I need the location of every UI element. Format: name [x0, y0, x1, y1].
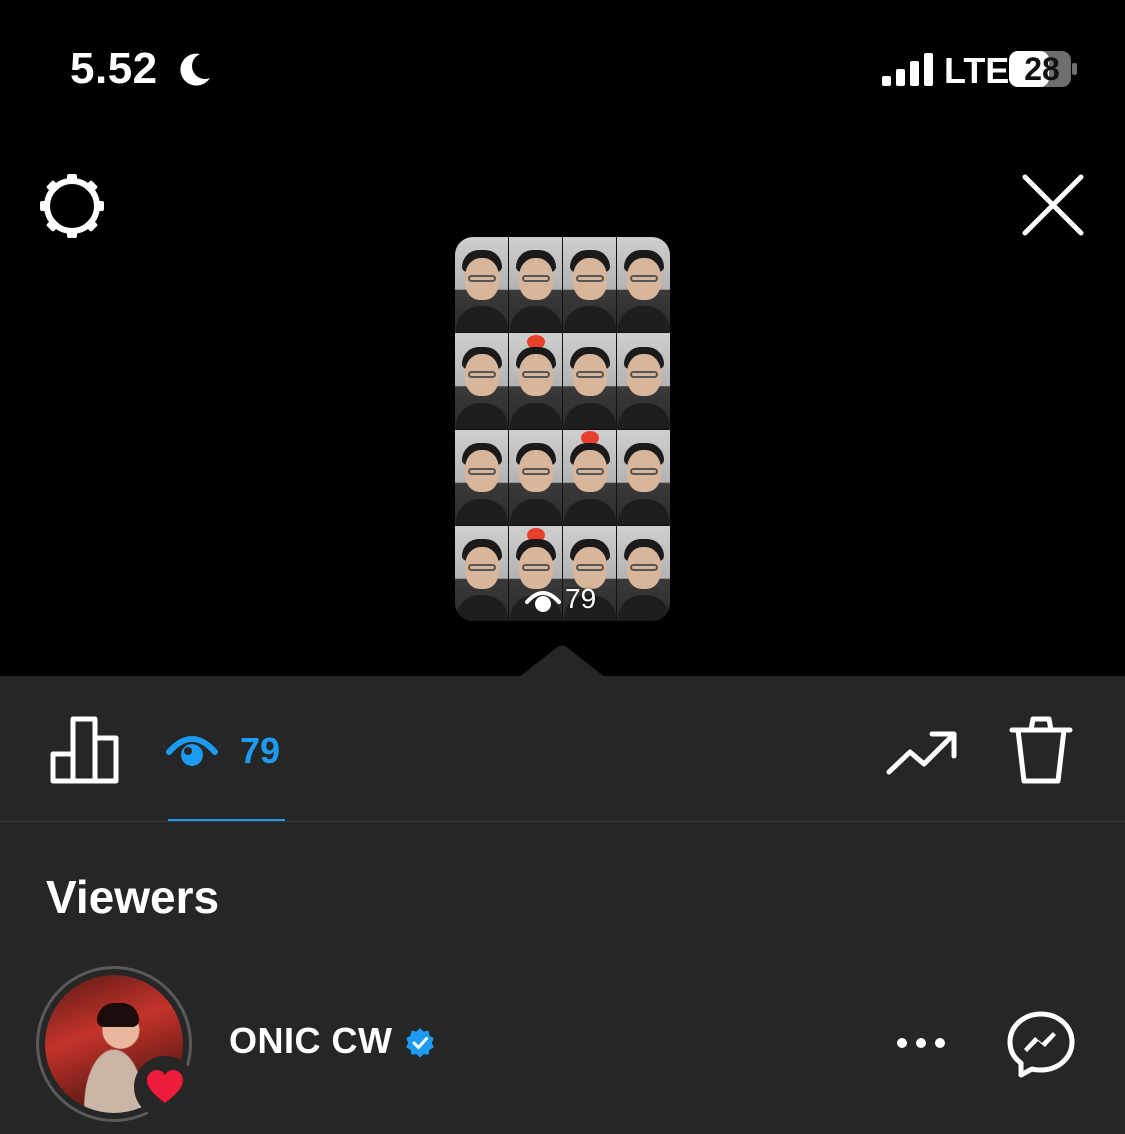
viewers-tab-count[interactable]: 79: [240, 730, 280, 772]
eye-icon: [525, 591, 561, 612]
photo-cell: [617, 429, 670, 525]
heart-icon: [147, 1070, 183, 1103]
close-icon[interactable]: [1020, 172, 1086, 238]
photo-grid: [455, 237, 670, 621]
photo-cell: [509, 333, 562, 429]
eye-icon[interactable]: [166, 730, 218, 770]
photo-cell: [563, 237, 616, 333]
photo-cell: [455, 333, 508, 429]
status-time: 5.52: [70, 44, 158, 93]
verified-badge-icon: [406, 1028, 434, 1058]
photo-cell: [563, 333, 616, 429]
battery-level: 28: [1024, 51, 1060, 87]
heart-reaction-badge: [134, 1056, 196, 1118]
photo-cell: [455, 237, 508, 333]
photo-cell: [563, 429, 616, 525]
trash-icon[interactable]: [1008, 714, 1074, 786]
photo-cell: [617, 525, 670, 621]
photo-cell: [509, 237, 562, 333]
signal-icon: [882, 53, 933, 86]
thumbnail-view-count: 79: [525, 582, 596, 616]
photo-cell: [617, 333, 670, 429]
messenger-icon[interactable]: [1006, 1010, 1076, 1080]
bar-chart-icon[interactable]: [50, 716, 120, 784]
moon-icon: [180, 53, 210, 86]
photo-cell: [455, 429, 508, 525]
more-icon[interactable]: [894, 1034, 948, 1052]
network-type: LTE: [944, 50, 1010, 91]
viewer-username[interactable]: ONIC CW: [229, 1020, 392, 1062]
photo-cell: [455, 525, 508, 621]
gear-icon[interactable]: [36, 170, 108, 242]
trending-up-icon[interactable]: [886, 728, 958, 778]
photo-cell: [617, 237, 670, 333]
story-thumbnail[interactable]: [455, 237, 670, 621]
photo-cell: [509, 429, 562, 525]
thumbnail-views-text: 79: [565, 583, 597, 614]
tabs-divider: [0, 821, 1125, 822]
panel-pointer: [518, 645, 606, 678]
viewers-heading: Viewers: [46, 871, 220, 923]
